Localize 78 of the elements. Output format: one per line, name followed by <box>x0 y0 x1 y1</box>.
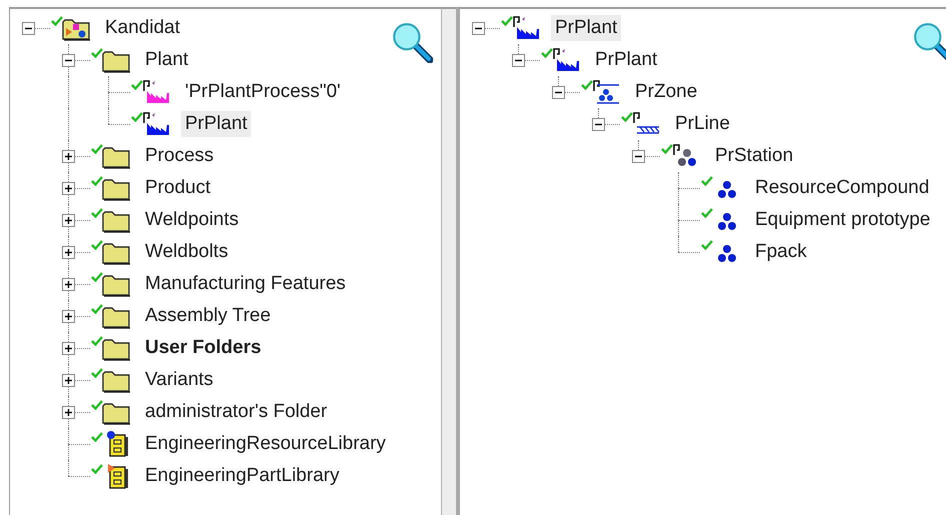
tree-item-label[interactable]: PrPlant <box>591 47 662 73</box>
expand-toggle[interactable] <box>592 118 605 131</box>
check-icon <box>91 368 103 378</box>
check-icon <box>91 336 103 346</box>
toggle-sign-icon <box>64 312 73 321</box>
factory-icon <box>511 15 541 41</box>
expand-toggle[interactable] <box>512 54 525 67</box>
expand-toggle[interactable] <box>632 150 645 163</box>
toggle-sign-icon <box>64 408 73 417</box>
check-icon <box>91 240 103 250</box>
expand-toggle[interactable] <box>62 150 75 163</box>
search-icon[interactable] <box>391 21 433 63</box>
check-icon <box>501 16 513 26</box>
tree-item-label[interactable]: PrZone <box>631 79 702 105</box>
check-icon <box>91 400 103 410</box>
toggle-sign-icon <box>64 344 73 353</box>
toggle-sign-icon <box>64 376 73 385</box>
toggle-sign-icon <box>64 248 73 257</box>
tree-item-label[interactable]: ResourceCompound <box>751 175 934 201</box>
tree-item-label[interactable]: Process <box>141 143 218 169</box>
check-icon <box>701 240 713 250</box>
tree-item-label[interactable]: Equipment prototype <box>751 207 934 233</box>
factory-icon <box>551 47 581 73</box>
check-icon <box>91 464 103 474</box>
tree-item-label[interactable]: Product <box>141 175 214 201</box>
check-icon <box>91 304 103 314</box>
check-icon <box>541 48 553 58</box>
check-icon <box>91 432 103 442</box>
tree-item-label[interactable]: administrator's Folder <box>141 399 332 425</box>
tree-item-label[interactable]: Weldbolts <box>141 239 232 265</box>
tree-item-label[interactable]: Variants <box>141 367 218 393</box>
toggle-sign-icon <box>64 280 73 289</box>
expand-toggle[interactable] <box>62 214 75 227</box>
expand-toggle[interactable] <box>552 86 565 99</box>
expand-toggle[interactable] <box>62 406 75 419</box>
tree-item-label[interactable]: PrLine <box>671 111 734 137</box>
expand-toggle[interactable] <box>62 278 75 291</box>
tree-item-label[interactable]: Weldpoints <box>141 207 243 233</box>
check-icon <box>131 112 143 122</box>
check-icon <box>701 176 713 186</box>
toggle-sign-icon <box>64 184 73 193</box>
expand-toggle[interactable] <box>62 310 75 323</box>
tree-item-label[interactable]: Kandidat <box>101 15 184 41</box>
check-icon <box>51 16 63 26</box>
expand-toggle[interactable] <box>62 374 75 387</box>
tree-item-label[interactable]: 'PrPlantProcess"0' <box>181 79 345 105</box>
check-icon <box>701 208 713 218</box>
check-icon <box>661 144 673 154</box>
tree-item-label[interactable]: PrPlant <box>551 15 622 41</box>
toggle-sign-icon <box>64 152 73 161</box>
check-icon <box>91 176 103 186</box>
tree-item-label[interactable]: User Folders <box>141 335 266 361</box>
tree-item-label[interactable]: Assembly Tree <box>141 303 275 329</box>
check-icon <box>131 80 143 90</box>
check-icon <box>621 112 633 122</box>
dots-icon <box>591 79 621 105</box>
expand-toggle[interactable] <box>22 22 35 35</box>
factory-icon <box>141 111 171 137</box>
expand-toggle[interactable] <box>472 22 485 35</box>
check-icon <box>91 208 103 218</box>
expand-toggle[interactable] <box>62 182 75 195</box>
check-icon <box>91 144 103 154</box>
check-icon <box>91 272 103 282</box>
factory-icon <box>141 79 171 105</box>
tree-item-label[interactable]: EngineeringPartLibrary <box>141 463 344 489</box>
tree-item-label[interactable]: EngineeringResourceLibrary <box>141 431 390 457</box>
expand-toggle[interactable] <box>62 54 75 67</box>
tree-item-label[interactable]: Plant <box>141 47 192 73</box>
tree-item-label[interactable]: Fpack <box>751 239 811 265</box>
check-icon <box>581 80 593 90</box>
search-icon[interactable] <box>912 21 946 63</box>
check-icon <box>91 48 103 58</box>
tree-item-label[interactable]: Manufacturing Features <box>141 271 350 297</box>
expand-toggle[interactable] <box>62 342 75 355</box>
toggle-sign-icon <box>64 216 73 225</box>
tree-item-label[interactable]: PrPlant <box>181 111 252 137</box>
tree-item-label[interactable]: PrStation <box>711 143 798 169</box>
expand-toggle[interactable] <box>62 246 75 259</box>
